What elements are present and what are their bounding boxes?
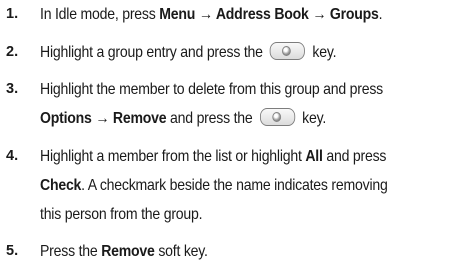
center-select-key-icon — [259, 107, 295, 126]
step-4-check-label: Check — [40, 177, 82, 194]
step-3-line-1: Highlight the member to delete from this… — [40, 81, 383, 98]
center-select-key-icon — [269, 41, 306, 60]
step-number: 3. — [6, 81, 19, 97]
step-4-text: Highlight a member from the list or high… — [40, 148, 306, 165]
step-text: Highlight the member to delete from this… — [40, 75, 414, 133]
step-5-remove-label: Remove — [101, 243, 155, 260]
step-3-key-word: key. — [302, 110, 327, 127]
step-4-text-2: and press — [322, 148, 387, 165]
step-3-text: and press the — [166, 110, 253, 127]
step-number: 1. — [6, 6, 19, 22]
step-1-text: In Idle mode, press — [40, 6, 160, 23]
step-3-menu-path: Options → Remove — [40, 110, 167, 127]
step-number: 4. — [6, 148, 19, 164]
step-number: 2. — [6, 44, 19, 60]
step-2-text: Highlight a group entry and press the — [40, 44, 263, 61]
step-4-text-3: . A checkmark beside the name indicates … — [81, 177, 388, 194]
step-5-text-2: soft key. — [154, 243, 208, 260]
step-1-period: . — [378, 6, 383, 23]
step-5-text: Press the — [40, 243, 102, 260]
step-4-all-label: All — [305, 148, 323, 165]
step-text: Highlight a member from the list or high… — [40, 142, 414, 229]
step-2-key-word: key. — [312, 44, 337, 61]
step-text: Highlight a group entry and press the ke… — [40, 38, 414, 67]
step-text: Press the Remove soft key. — [40, 237, 414, 266]
step-1-menu-path: Menu → Address Book → Groups — [159, 6, 379, 23]
step-number: 5. — [6, 243, 19, 259]
step-text: In Idle mode, press Menu → Address Book … — [40, 0, 414, 29]
step-4-line-3: this person from the group. — [40, 206, 203, 223]
